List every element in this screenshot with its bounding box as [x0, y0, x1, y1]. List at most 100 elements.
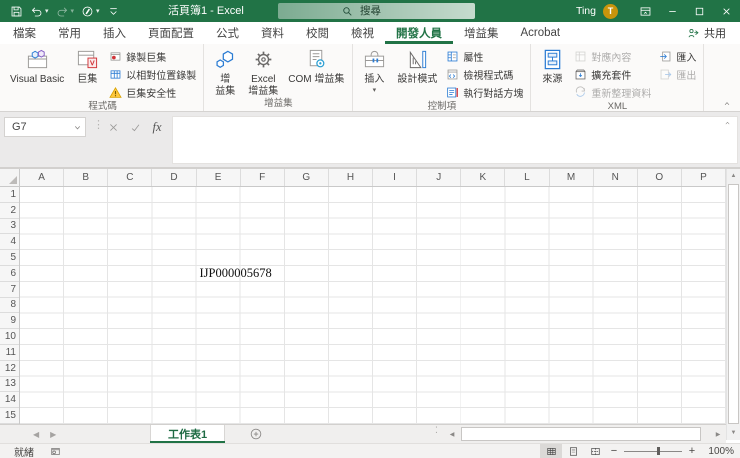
ribbon-tab-6[interactable]: 校閱 [295, 22, 340, 44]
share-button[interactable]: 共用 [681, 22, 732, 44]
ribbon-tab-3[interactable]: 頁面配置 [137, 22, 205, 44]
chevron-down-icon[interactable] [73, 123, 82, 132]
column-header-L[interactable]: L [505, 169, 550, 186]
collapse-formula-bar-button[interactable] [723, 117, 732, 129]
macros-button[interactable]: 巨集 [69, 45, 105, 86]
next-sheet-icon[interactable]: ▶ [50, 430, 56, 439]
column-header-B[interactable]: B [64, 169, 109, 186]
collapse-ribbon-button[interactable] [719, 97, 735, 109]
ribbon-tab-9[interactable]: 增益集 [453, 22, 510, 44]
macro-security-warning-button[interactable]: 巨集安全性 [105, 83, 200, 101]
zoom-slider[interactable] [624, 444, 682, 458]
design-mode-button[interactable]: 設計模式 [392, 45, 442, 86]
save-button[interactable] [7, 1, 26, 21]
column-header-E[interactable]: E [197, 169, 241, 186]
column-header-P[interactable]: P [682, 169, 726, 186]
zoom-out-button[interactable]: − [606, 445, 622, 458]
refresh-data-button[interactable]: 重新整理資料 [570, 83, 655, 101]
horizontal-scrollbar[interactable]: ◀ ▶ [446, 427, 724, 441]
scroll-down-arrow-icon[interactable]: ▼ [727, 426, 740, 440]
column-header-F[interactable]: F [241, 169, 285, 186]
export-button[interactable]: 匯出 [655, 65, 700, 83]
search-box[interactable]: 搜尋 [278, 3, 475, 19]
column-header-N[interactable]: N [594, 169, 638, 186]
properties-button[interactable]: 屬性 [442, 47, 527, 65]
ribbon-tab-1[interactable]: 常用 [47, 22, 92, 44]
row-header-11[interactable]: 11 [0, 345, 19, 361]
normal-view-button[interactable] [540, 444, 562, 458]
addins-hexagon-button[interactable]: 增 益集 [207, 45, 243, 98]
row-header-4[interactable]: 4 [0, 234, 19, 251]
insert-function-button[interactable]: fx [146, 117, 168, 137]
row-header-13[interactable]: 13 [0, 377, 19, 393]
record-macro-button[interactable]: 錄製巨集 [105, 47, 200, 65]
map-properties-button[interactable]: 對應內容 [570, 47, 655, 65]
zoom-level-label[interactable]: 100% [700, 446, 734, 457]
formula-input[interactable] [172, 116, 738, 164]
undo-button[interactable]: ▾ [27, 1, 52, 21]
com-addins-button[interactable]: COM 增益集 [283, 45, 349, 86]
name-box[interactable]: G7 [4, 117, 86, 137]
vertical-scrollbar-thumb[interactable] [728, 184, 739, 424]
ribbon-tab-5[interactable]: 資料 [250, 22, 295, 44]
page-break-view-button[interactable] [584, 444, 606, 458]
qat-customize-button[interactable] [104, 1, 123, 21]
ribbon-tab-0[interactable]: 檔案 [2, 22, 47, 44]
minimize-button[interactable] [659, 0, 686, 22]
prev-sheet-icon[interactable]: ◀ [33, 430, 39, 439]
row-header-5[interactable]: 5 [0, 250, 19, 266]
horizontal-scrollbar-thumb[interactable] [461, 427, 701, 441]
zoom-slider-handle[interactable] [657, 447, 660, 455]
avatar[interactable]: T [603, 3, 618, 19]
vertical-scrollbar[interactable]: ▲ ▼ [726, 169, 740, 440]
tab-scroll-splitter[interactable]: ⁚ [435, 426, 438, 435]
toolbox-button[interactable]: 插入 ▾ [356, 45, 392, 94]
column-header-M[interactable]: M [550, 169, 594, 186]
cancel-button[interactable] [102, 117, 124, 137]
row-header-12[interactable]: 12 [0, 361, 19, 377]
scroll-up-arrow-icon[interactable]: ▲ [727, 169, 740, 183]
row-header-7[interactable]: 7 [0, 282, 19, 298]
row-header-6[interactable]: 6 [0, 266, 19, 282]
enter-button[interactable] [124, 117, 146, 137]
select-all-button[interactable] [0, 169, 20, 187]
ribbon-tab-10[interactable]: Acrobat [510, 22, 572, 44]
row-header-3[interactable]: 3 [0, 219, 19, 235]
ribbon-tab-8[interactable]: 開發人員 [385, 22, 453, 44]
row-header-1[interactable]: 1 [0, 187, 19, 203]
row-header-10[interactable]: 10 [0, 329, 19, 345]
expansion-packs-button[interactable]: 擴充套件 [570, 65, 655, 83]
maximize-button[interactable] [686, 0, 713, 22]
column-header-D[interactable]: D [152, 169, 197, 186]
row-header-9[interactable]: 9 [0, 313, 19, 330]
ribbon-tab-4[interactable]: 公式 [205, 22, 250, 44]
close-button[interactable] [713, 0, 740, 22]
column-header-O[interactable]: O [638, 169, 682, 186]
cell-E6[interactable]: IJP000005678 [200, 266, 272, 282]
ink-pen-button[interactable]: ▾ [78, 1, 103, 21]
cells[interactable]: IJP000005678 [20, 187, 726, 424]
ribbon-tab-2[interactable]: 插入 [92, 22, 137, 44]
view-code-button[interactable]: 檢視程式碼 [442, 65, 527, 83]
redo-button[interactable]: ▾ [53, 1, 78, 21]
run-dialog-button[interactable]: 執行對話方塊 [442, 83, 527, 101]
relative-references-button[interactable]: 以相對位置錄製 [105, 65, 200, 83]
scroll-left-arrow-icon[interactable]: ◀ [446, 427, 458, 441]
column-header-K[interactable]: K [461, 169, 506, 186]
ribbon-display-options-button[interactable] [632, 0, 659, 22]
column-header-I[interactable]: I [373, 169, 418, 186]
scroll-right-arrow-icon[interactable]: ▶ [712, 427, 724, 441]
column-header-A[interactable]: A [20, 169, 65, 186]
zoom-in-button[interactable]: + [684, 445, 700, 458]
new-sheet-button[interactable] [249, 427, 263, 441]
user-name[interactable]: Ting [576, 5, 596, 17]
ribbon-tab-7[interactable]: 檢視 [340, 22, 385, 44]
macro-record-icon[interactable] [50, 446, 61, 457]
column-header-H[interactable]: H [329, 169, 373, 186]
gear-button[interactable]: Excel 增益集 [243, 45, 283, 98]
vb-cubes-button[interactable]: Visual Basic [5, 45, 69, 86]
row-header-15[interactable]: 15 [0, 408, 19, 424]
row-header-8[interactable]: 8 [0, 298, 19, 314]
row-header-2[interactable]: 2 [0, 203, 19, 219]
import-button[interactable]: 匯入 [655, 47, 700, 65]
